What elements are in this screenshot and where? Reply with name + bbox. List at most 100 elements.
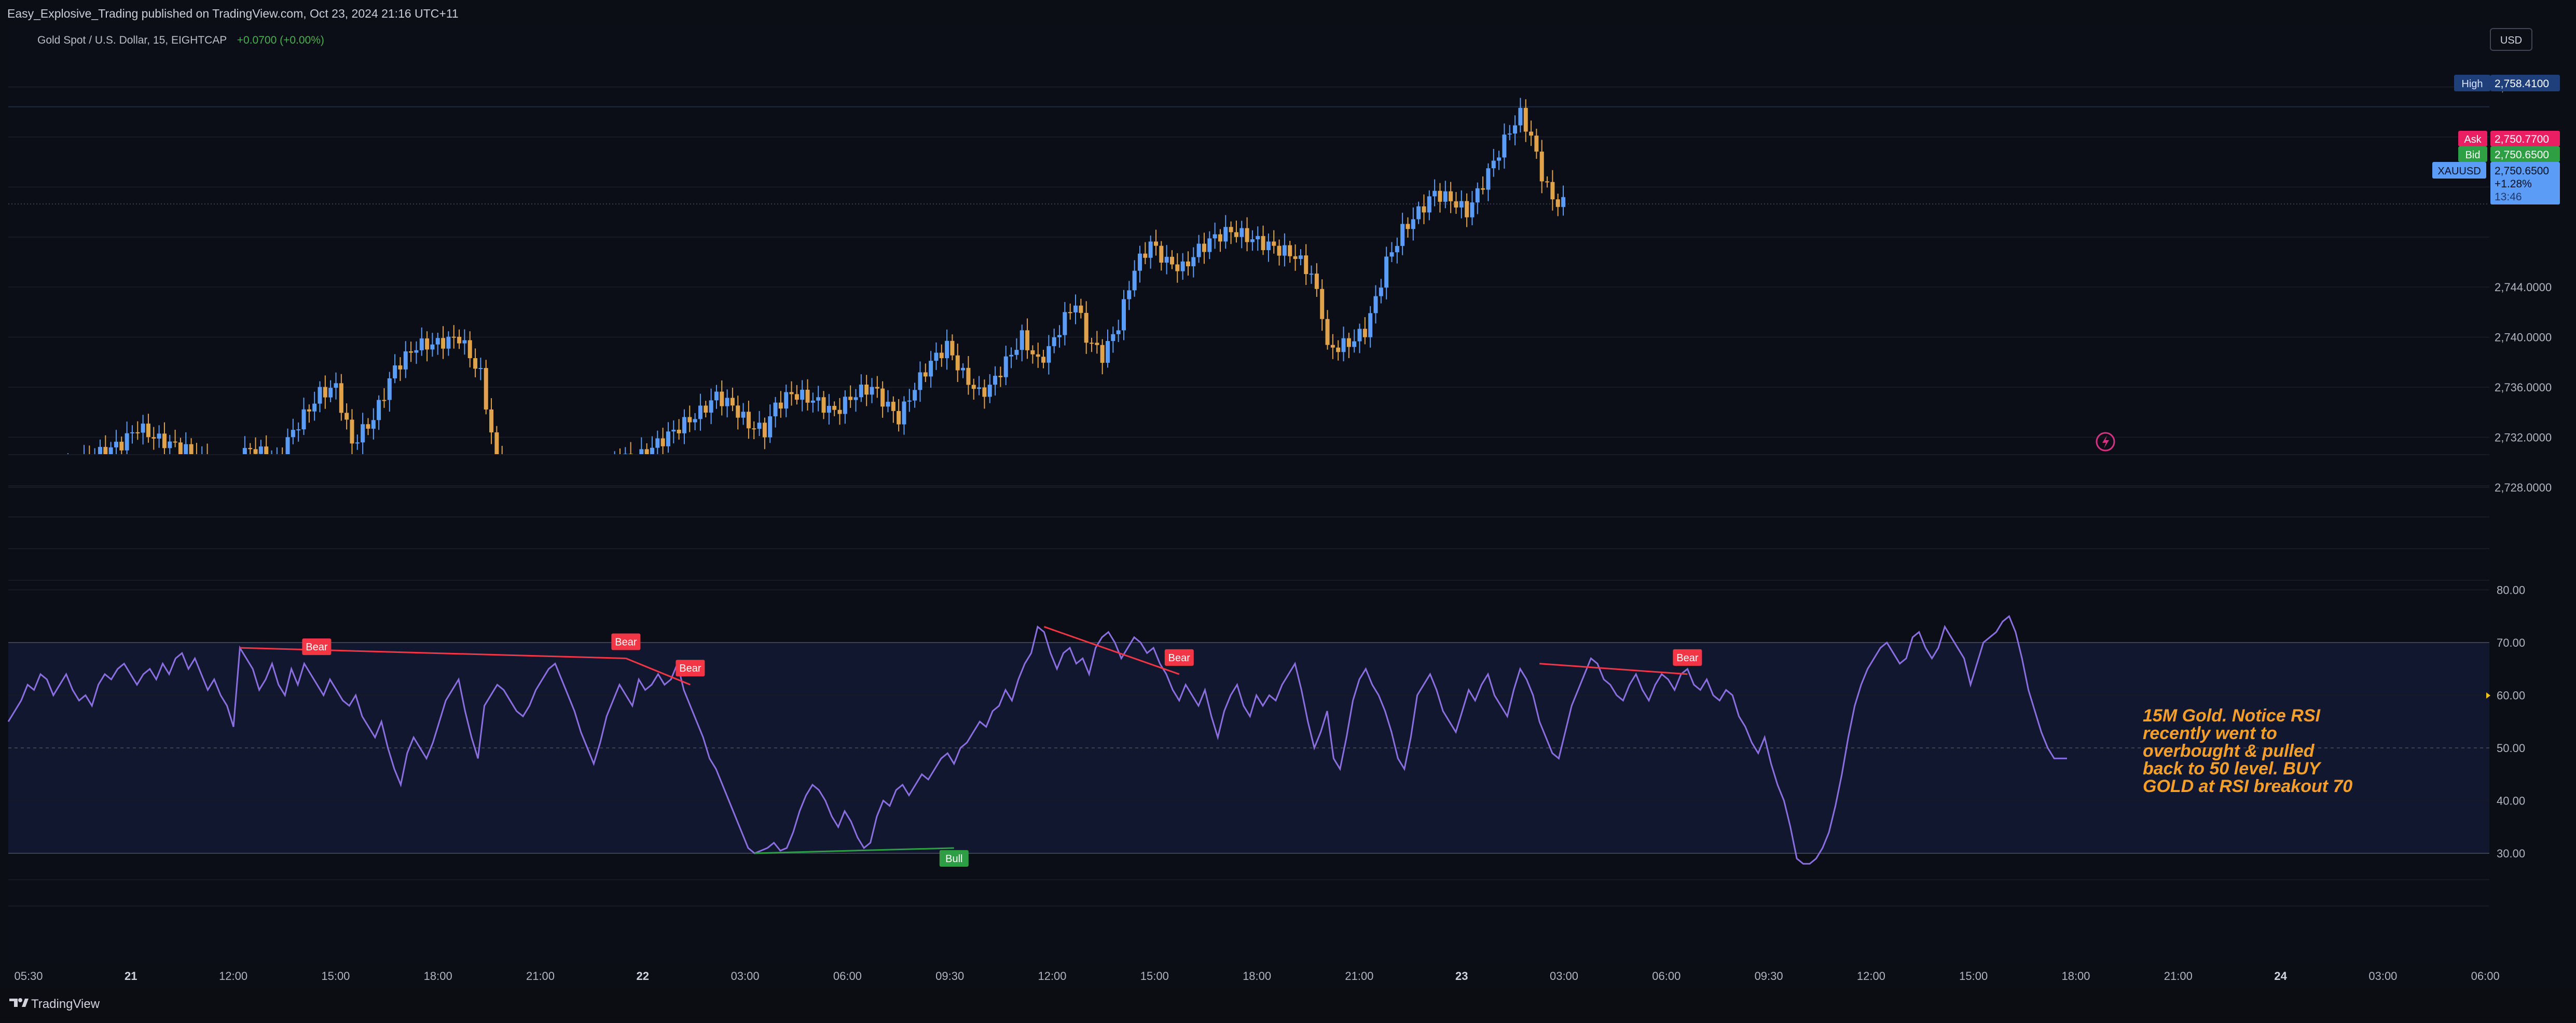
- candle-body: [736, 405, 740, 418]
- time-tick-label: 03:00: [731, 970, 760, 983]
- candle-body: [1153, 241, 1158, 246]
- candle-body: [784, 392, 789, 409]
- last-change: +1.28%: [2495, 178, 2532, 190]
- publisher-line: Easy_Explosive_Trading published on Trad…: [7, 7, 459, 20]
- candle-body: [253, 449, 258, 454]
- candle-body: [484, 367, 488, 410]
- candle-body: [730, 398, 735, 406]
- time-tick-label: 09:30: [1755, 970, 1783, 983]
- candle-body: [1003, 356, 1008, 377]
- time-tick-label: 18:00: [1243, 970, 1271, 983]
- candle-body: [800, 389, 805, 400]
- candle-body: [285, 437, 290, 454]
- footer-brand: TradingView: [31, 997, 100, 1011]
- candle-body: [955, 355, 960, 371]
- candle-body: [1057, 335, 1062, 337]
- candle-body: [1523, 107, 1528, 132]
- candle-body: [467, 340, 472, 359]
- candle-body: [173, 441, 177, 443]
- time-tick-label: 12:00: [1038, 970, 1066, 983]
- candle-body: [1438, 190, 1442, 202]
- candle-body: [1266, 241, 1271, 250]
- candle-body: [1223, 227, 1228, 242]
- candle-body: [1084, 312, 1089, 343]
- candle-body: [1346, 338, 1351, 347]
- candle-body: [1095, 343, 1099, 345]
- candle-body: [1164, 256, 1169, 263]
- candle-body: [902, 401, 906, 425]
- candle-body: [387, 378, 392, 400]
- candle-body: [494, 432, 499, 454]
- last-value: 2,750.6500: [2495, 165, 2549, 177]
- candle-body: [923, 372, 928, 377]
- ask-label: Ask: [2464, 134, 2482, 145]
- candle-body: [939, 352, 944, 359]
- bull-label: Bull: [945, 853, 962, 865]
- candle-body: [98, 447, 102, 454]
- candle-body: [1014, 350, 1019, 355]
- candle-body: [971, 385, 976, 389]
- candle-body: [377, 400, 381, 420]
- candle-body: [741, 412, 746, 418]
- candle-body: [1127, 290, 1132, 299]
- candle-body: [1507, 133, 1512, 135]
- candle-body: [441, 338, 446, 349]
- candle-body: [162, 433, 167, 448]
- currency-button[interactable]: USD: [2490, 28, 2532, 51]
- candle-body: [339, 383, 343, 413]
- candle-body: [1277, 245, 1282, 256]
- candle-body: [1132, 270, 1137, 291]
- candle-body: [1325, 319, 1330, 345]
- candle-body: [1406, 224, 1410, 229]
- candle-body: [1320, 289, 1325, 319]
- candle-body: [853, 397, 858, 400]
- time-tick-label: 21:00: [2164, 970, 2193, 983]
- currency-button-label[interactable]: USD: [2500, 35, 2522, 46]
- candle-body: [323, 387, 327, 398]
- candle-body: [446, 336, 451, 349]
- candle-body: [1384, 256, 1389, 288]
- candle-body: [950, 340, 955, 356]
- candle-body: [296, 429, 301, 431]
- candle-body: [168, 441, 172, 448]
- candle-body: [1025, 330, 1030, 350]
- change-value: +0.0700 (+0.00%): [237, 34, 324, 46]
- candle-body: [1196, 243, 1201, 257]
- candle-body: [698, 405, 702, 419]
- candle-body: [398, 365, 403, 370]
- time-tick-label: 09:30: [935, 970, 964, 983]
- candle-body: [1357, 329, 1362, 342]
- candle-body: [725, 398, 729, 406]
- candle-body: [103, 447, 108, 454]
- time-tick-label: 21:00: [1345, 970, 1373, 983]
- candle-body: [489, 409, 494, 433]
- candle-body: [805, 389, 810, 403]
- candle-body: [1245, 228, 1249, 242]
- time-tick-label: 06:00: [2471, 970, 2500, 983]
- candle-body: [650, 447, 654, 454]
- candle-body: [671, 429, 676, 432]
- bear-label: Bear: [615, 636, 637, 648]
- candle-body: [1073, 305, 1078, 312]
- candle-body: [1079, 305, 1083, 313]
- candle-body: [1411, 219, 1415, 229]
- candle-body: [1518, 107, 1523, 126]
- candle-body: [1443, 191, 1448, 202]
- candle-body: [382, 400, 387, 401]
- candle-body: [350, 419, 354, 444]
- candle-body: [1449, 191, 1453, 201]
- candle-body: [114, 442, 118, 447]
- candle-body: [1555, 199, 1560, 207]
- candle-body: [430, 344, 435, 350]
- candle-body: [1491, 160, 1496, 169]
- candle-body: [178, 442, 183, 454]
- candle-body: [1341, 338, 1346, 352]
- candle-body: [1261, 236, 1265, 250]
- candle-body: [848, 397, 853, 400]
- candle-body: [1068, 312, 1072, 313]
- candle-body: [478, 367, 483, 369]
- candle-body: [1041, 357, 1046, 363]
- candle-body: [762, 422, 767, 438]
- symbol-title: Gold Spot / U.S. Dollar, 15, EIGHTCAP +0…: [37, 34, 324, 46]
- candle-body: [1561, 197, 1566, 207]
